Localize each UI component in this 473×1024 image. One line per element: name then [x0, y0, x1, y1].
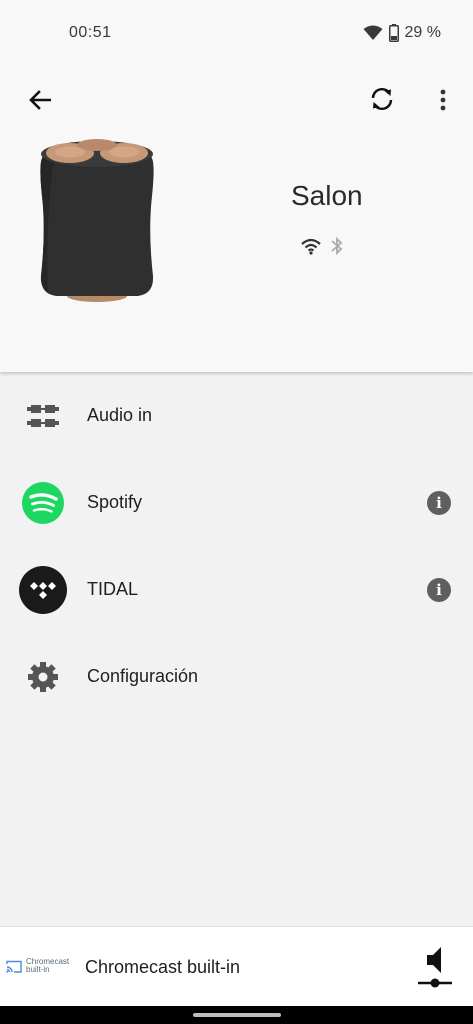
- refresh-icon: [371, 87, 393, 111]
- spotify-info-button[interactable]: i: [427, 490, 451, 515]
- menu-item-label: Configuración: [87, 666, 199, 686]
- back-arrow-icon: [29, 90, 51, 110]
- gear-icon: [19, 653, 67, 701]
- menu-item-spotify[interactable]: Spotify i: [0, 459, 473, 546]
- menu-item-label: TIDAL: [87, 579, 139, 599]
- chromecast-bar[interactable]: Chromecast built-in Chromecast built-in: [0, 926, 473, 1007]
- tidal-info-button[interactable]: i: [427, 577, 451, 602]
- status-time: 00:51: [69, 24, 112, 41]
- back-button[interactable]: [22, 82, 58, 118]
- info-icon: i: [436, 580, 442, 599]
- audio-cable-icon: [19, 392, 67, 440]
- home-gesture-handle[interactable]: [193, 1013, 281, 1017]
- wifi-icon: [301, 238, 321, 255]
- speaker-image: [40, 139, 154, 302]
- menu-item-label: Spotify: [87, 492, 143, 512]
- chromecast-logo: Chromecast built-in: [6, 958, 69, 974]
- device-header: Salon: [0, 62, 473, 372]
- status-right: 29 %: [363, 24, 441, 42]
- battery-icon: [388, 24, 399, 42]
- device-name: Salon: [291, 180, 363, 211]
- connection-icons: [300, 236, 344, 256]
- battery-percent: 29 %: [404, 24, 441, 41]
- menu-item-audio-in[interactable]: Audio in: [0, 372, 473, 459]
- menu-item-label: Audio in: [87, 405, 153, 425]
- system-nav-bar: [0, 1006, 473, 1024]
- volume-icon: [418, 947, 452, 988]
- cast-icon: [6, 960, 22, 973]
- menu-item-settings[interactable]: Configuración: [0, 633, 473, 720]
- volume-button[interactable]: [414, 943, 454, 991]
- status-bar: 00:51 29 %: [0, 0, 473, 62]
- more-options-button[interactable]: [428, 82, 458, 118]
- info-icon: i: [436, 493, 442, 512]
- bluetooth-icon: [331, 236, 343, 256]
- more-vert-icon: [440, 89, 446, 111]
- chromecast-title: Chromecast built-in: [85, 957, 241, 977]
- refresh-button[interactable]: [363, 80, 401, 118]
- menu-item-tidal[interactable]: TIDAL i: [0, 546, 473, 633]
- tidal-icon: [19, 565, 67, 614]
- source-menu: Audio in Spotify i TIDAL i Configuración: [0, 372, 473, 720]
- chromecast-logo-text: Chromecast built-in: [26, 957, 70, 974]
- wifi-icon: [363, 25, 383, 40]
- spotify-icon: [19, 479, 67, 527]
